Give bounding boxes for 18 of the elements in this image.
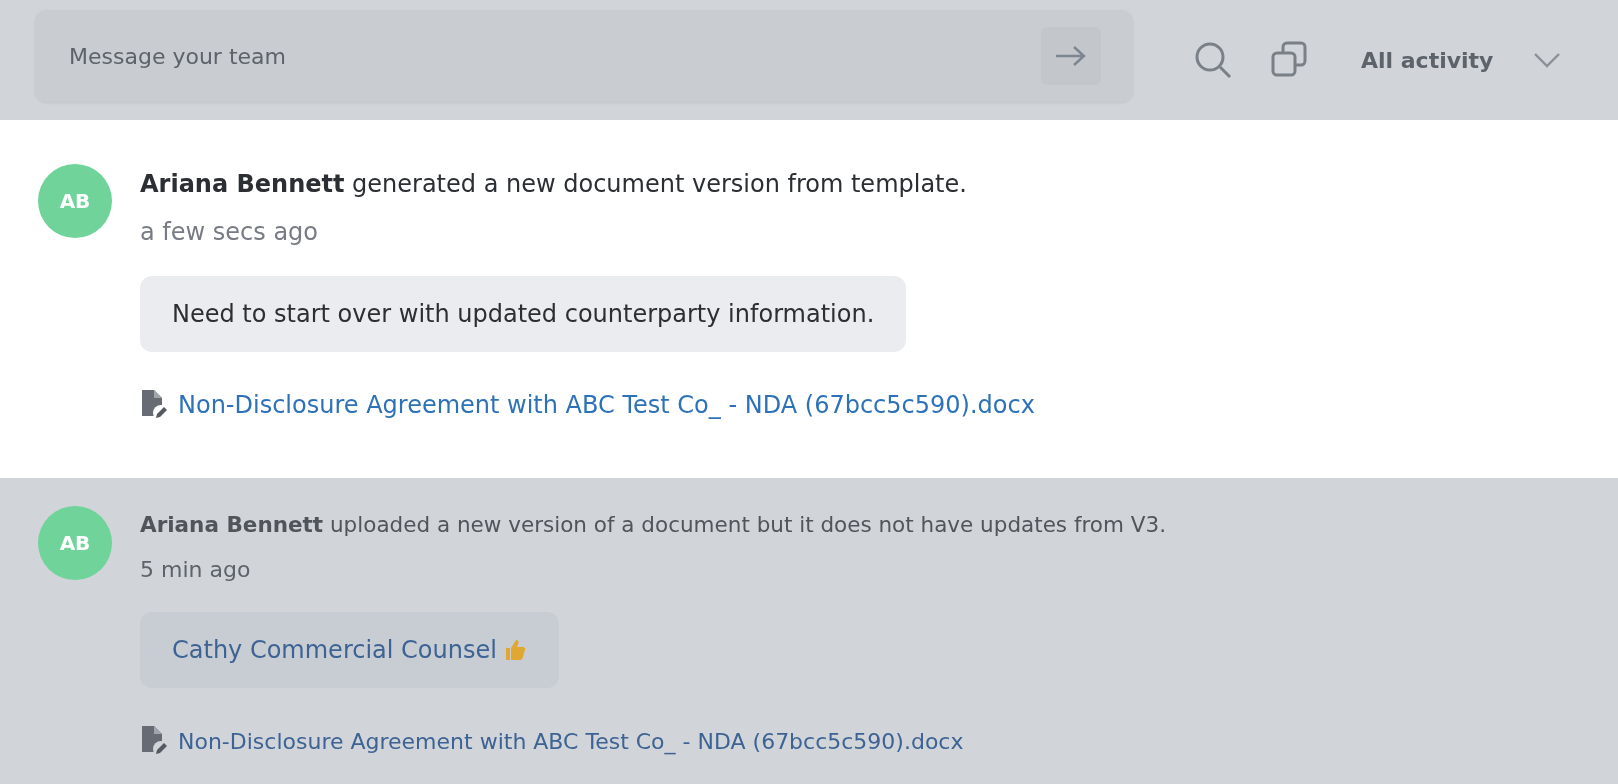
- chevron-down-icon: [1533, 52, 1562, 68]
- activity-text: Ariana Bennett generated a new document version from template.: [140, 170, 968, 198]
- person-link[interactable]: Cathy Commercial Counsel: [172, 636, 497, 664]
- message-field[interactable]: Message your team: [67, 42, 1041, 70]
- avatar: AB: [38, 164, 112, 238]
- timestamp: 5 min ago: [140, 557, 252, 582]
- timestamp: a few secs ago: [140, 218, 320, 246]
- copy-icon[interactable]: [1271, 41, 1309, 79]
- message-composer[interactable]: Message your team: [35, 10, 1133, 102]
- comment-bubble: Need to start over with updated counterparty information.: [140, 276, 907, 352]
- avatar: AB: [38, 506, 112, 580]
- document-link[interactable]: Non-Disclosure Agreement with ABC Test Co_ - NDA (67bcc5c590).docx: [178, 728, 964, 754]
- activity-text: Ariana Bennett uploaded a new version of a document but it does not have updates from V3.: [140, 512, 1166, 537]
- arrow-right-icon: [1054, 44, 1088, 68]
- document-link[interactable]: Non-Disclosure Agreement with ABC Test Co_ - NDA (67bcc5c590).docx: [178, 391, 1035, 419]
- search-icon[interactable]: [1193, 40, 1233, 80]
- activity-filter-dropdown[interactable]: All activity: [1361, 47, 1562, 73]
- send-button[interactable]: [1041, 27, 1101, 85]
